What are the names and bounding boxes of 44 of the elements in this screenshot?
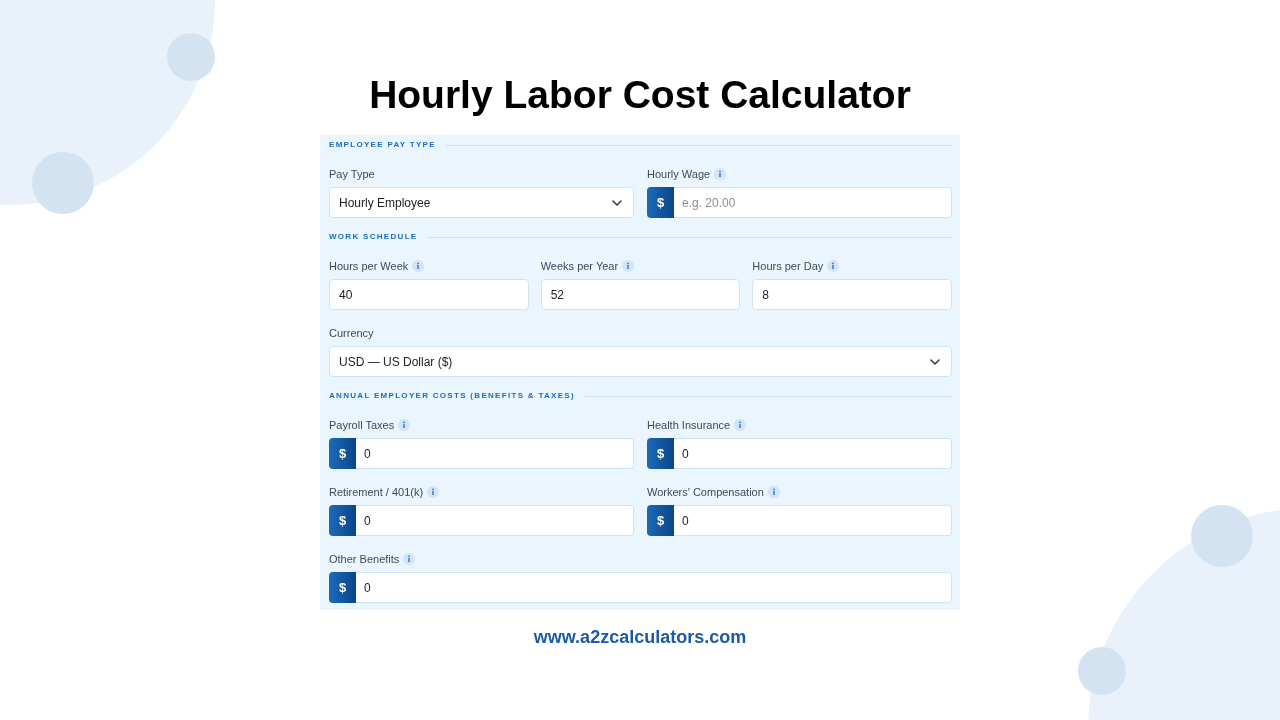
section-heading: ANNUAL EMPLOYER COSTS (BENEFITS & TAXES) bbox=[329, 390, 575, 402]
number-input[interactable]: 40 bbox=[329, 279, 529, 310]
amount-input[interactable]: 0 bbox=[674, 505, 952, 536]
info-icon[interactable] bbox=[398, 419, 411, 431]
field-label: Currency bbox=[329, 326, 374, 340]
currency-prefix: $ bbox=[647, 438, 674, 469]
field-label: Payroll Taxes bbox=[329, 418, 395, 432]
chevron-down-icon bbox=[930, 358, 940, 365]
info-icon[interactable] bbox=[412, 260, 425, 272]
website-url: www.a2zcalculators.com bbox=[533, 626, 747, 648]
field-label: Hours per Week bbox=[329, 259, 409, 273]
info-icon[interactable] bbox=[767, 486, 780, 498]
info-icon[interactable] bbox=[734, 419, 747, 431]
amount-input[interactable]: e.g. 20.00 bbox=[674, 187, 952, 218]
number-input[interactable]: 8 bbox=[752, 279, 952, 310]
select-field[interactable]: USD — US Dollar ($) bbox=[329, 346, 952, 377]
number-input[interactable]: 52 bbox=[540, 279, 741, 310]
page-title: Hourly Labor Cost Calculator bbox=[369, 73, 911, 117]
section-heading: WORK SCHEDULE bbox=[329, 231, 418, 243]
currency-prefix: $ bbox=[329, 505, 356, 536]
field-label: Retirement / 401(k) bbox=[329, 485, 424, 499]
currency-prefix: $ bbox=[647, 505, 674, 536]
field-label: Other Benefits bbox=[329, 552, 400, 566]
info-icon[interactable] bbox=[827, 260, 840, 272]
amount-input[interactable]: 0 bbox=[356, 438, 634, 469]
chevron-down-icon bbox=[612, 199, 622, 206]
field-label: Pay Type bbox=[329, 167, 375, 181]
field-label: Weeks per Year bbox=[540, 259, 619, 273]
field-label: Health Insurance bbox=[647, 418, 731, 432]
section-heading: EMPLOYEE PAY TYPE bbox=[329, 139, 436, 151]
field-label: Hourly Wage bbox=[647, 167, 711, 181]
info-icon[interactable] bbox=[622, 260, 635, 272]
currency-prefix: $ bbox=[647, 187, 674, 218]
field-label: Hours per Day bbox=[752, 259, 824, 273]
info-icon[interactable] bbox=[427, 486, 440, 498]
select-field[interactable]: Hourly Employee bbox=[329, 187, 634, 218]
field-label: Workers' Compensation bbox=[647, 485, 764, 499]
currency-prefix: $ bbox=[329, 438, 356, 469]
info-icon[interactable] bbox=[403, 553, 416, 565]
amount-input[interactable]: 0 bbox=[356, 572, 952, 603]
amount-input[interactable]: 0 bbox=[674, 438, 952, 469]
currency-prefix: $ bbox=[329, 572, 356, 603]
amount-input[interactable]: 0 bbox=[356, 505, 634, 536]
info-icon[interactable] bbox=[714, 168, 727, 180]
